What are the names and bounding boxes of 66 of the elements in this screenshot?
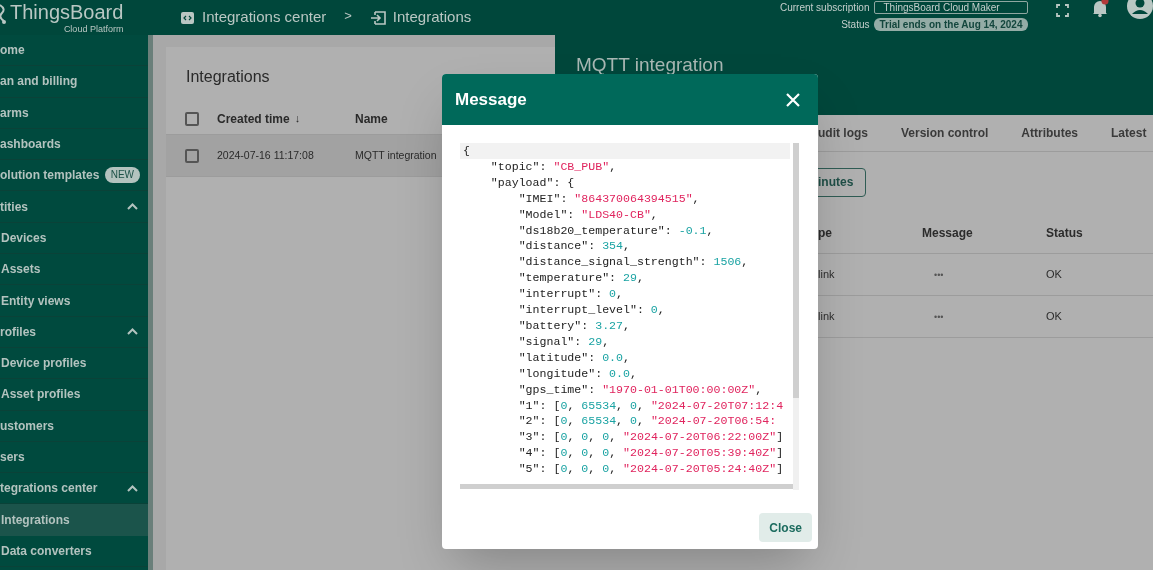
checkbox[interactable] — [185, 148, 199, 163]
code-line: "signal": 29, — [517, 333, 611, 350]
code-line: "temperature": 29, — [517, 270, 645, 287]
logo-icon — [0, 3, 8, 25]
column-header[interactable]: pe — [818, 225, 832, 240]
vertical-scrollbar[interactable] — [793, 143, 799, 398]
status-badge: Trial ends on the Aug 14, 2024 — [874, 18, 1028, 31]
table-cell: link — [818, 268, 835, 281]
code-line: "payload": { — [489, 174, 576, 191]
table-cell-text: 2024-07-16 11:17:08 — [217, 147, 315, 163]
code-line: "battery": 3.27, — [517, 317, 631, 334]
code-line: "gps_time": "1970-01-01T00:00:00Z", — [517, 381, 764, 398]
code-line: "3": [0, 0, 0, "2024-07-20T06:22:00Z"] — [517, 429, 785, 446]
sort-arrow[interactable]: ↓ — [294, 110, 301, 127]
table-cell: link — [818, 310, 835, 323]
code-line: "IMEI": "864370064394515", — [517, 190, 701, 207]
subscription-label: Current subscription — [780, 1, 870, 14]
breadcrumb-separator: > — [344, 6, 352, 25]
account-avatar-icon[interactable] — [1127, 0, 1153, 19]
table-cell-text: OK — [1046, 267, 1062, 283]
tab[interactable]: udit logs — [818, 124, 868, 142]
code-line: "4": [0, 0, 0, "2024-07-20T05:39:40Z"] — [517, 445, 785, 462]
new-badge: NEW — [104, 167, 140, 184]
sidebar-item[interactable]: olution templates NEW — [0, 160, 148, 192]
code-line: "Model": "LDS40-CB", — [517, 206, 659, 223]
horizontal-scrollbar[interactable] — [460, 484, 793, 489]
logo-subtitle: Cloud Platform — [63, 24, 124, 34]
column-header[interactable]: Created time — [217, 109, 290, 128]
code-line: "distance": 354, — [517, 238, 631, 255]
chevron-icon[interactable] — [127, 203, 138, 211]
chevron-icon[interactable] — [127, 484, 138, 492]
close-button[interactable]: Close — [759, 513, 812, 542]
tab[interactable]: Version control — [901, 124, 989, 142]
tab[interactable]: Latest — [1111, 124, 1147, 142]
chevron-icon[interactable] — [127, 328, 138, 336]
tab[interactable]: Attributes — [1021, 124, 1079, 142]
breadcrumb-link[interactable]: Integrations center — [202, 6, 327, 29]
logo-title: ThingsBoard — [10, 0, 124, 24]
column-header[interactable]: Name — [355, 109, 388, 128]
message-details-button[interactable]: ••• — [934, 270, 944, 281]
code-line: "distance_signal_strength": 1506, — [517, 254, 750, 271]
code-line: "5": [0, 0, 0, "2024-07-20T05:24:40Z"] — [517, 461, 785, 478]
message-details-button[interactable]: ••• — [934, 312, 944, 323]
table-cell-text: MQTT integration — [355, 147, 437, 163]
code-line: "interrupt_level": 0, — [517, 302, 666, 318]
card-title: Integrations — [186, 68, 270, 85]
fullscreen-icon[interactable] — [1056, 4, 1069, 17]
code-line: "latitude": 0.0, — [517, 349, 631, 366]
close-icon[interactable] — [786, 92, 800, 107]
checkbox[interactable] — [185, 111, 199, 126]
sidebar-item[interactable]: Integrations — [0, 504, 148, 536]
column-header[interactable]: Message — [922, 225, 973, 240]
table-cell-text: OK — [1046, 309, 1062, 325]
code-line: "2": [0, 65534, 0, "2024-07-20T06:54: — [517, 413, 778, 430]
code-line: "1": [0, 65534, 0, "2024-07-20T07:12:4 — [517, 397, 785, 414]
column-header[interactable]: Status — [1046, 225, 1083, 240]
breadcrumb-current: Integrations — [392, 7, 472, 28]
integrations-icon — [369, 10, 386, 25]
subscription-value: ThingsBoard Cloud Maker — [874, 1, 1028, 14]
integrations-center-icon[interactable] — [181, 11, 194, 24]
code-line: "longitude": 0.0, — [517, 365, 638, 382]
panel-title: MQTT integration — [576, 54, 724, 75]
dialog-title: Message — [455, 88, 527, 111]
code-line: "interrupt": 0, — [517, 286, 625, 303]
code-line: "ds18b20_temperature": -0.1, — [517, 222, 715, 239]
status-label: Status — [840, 18, 870, 32]
